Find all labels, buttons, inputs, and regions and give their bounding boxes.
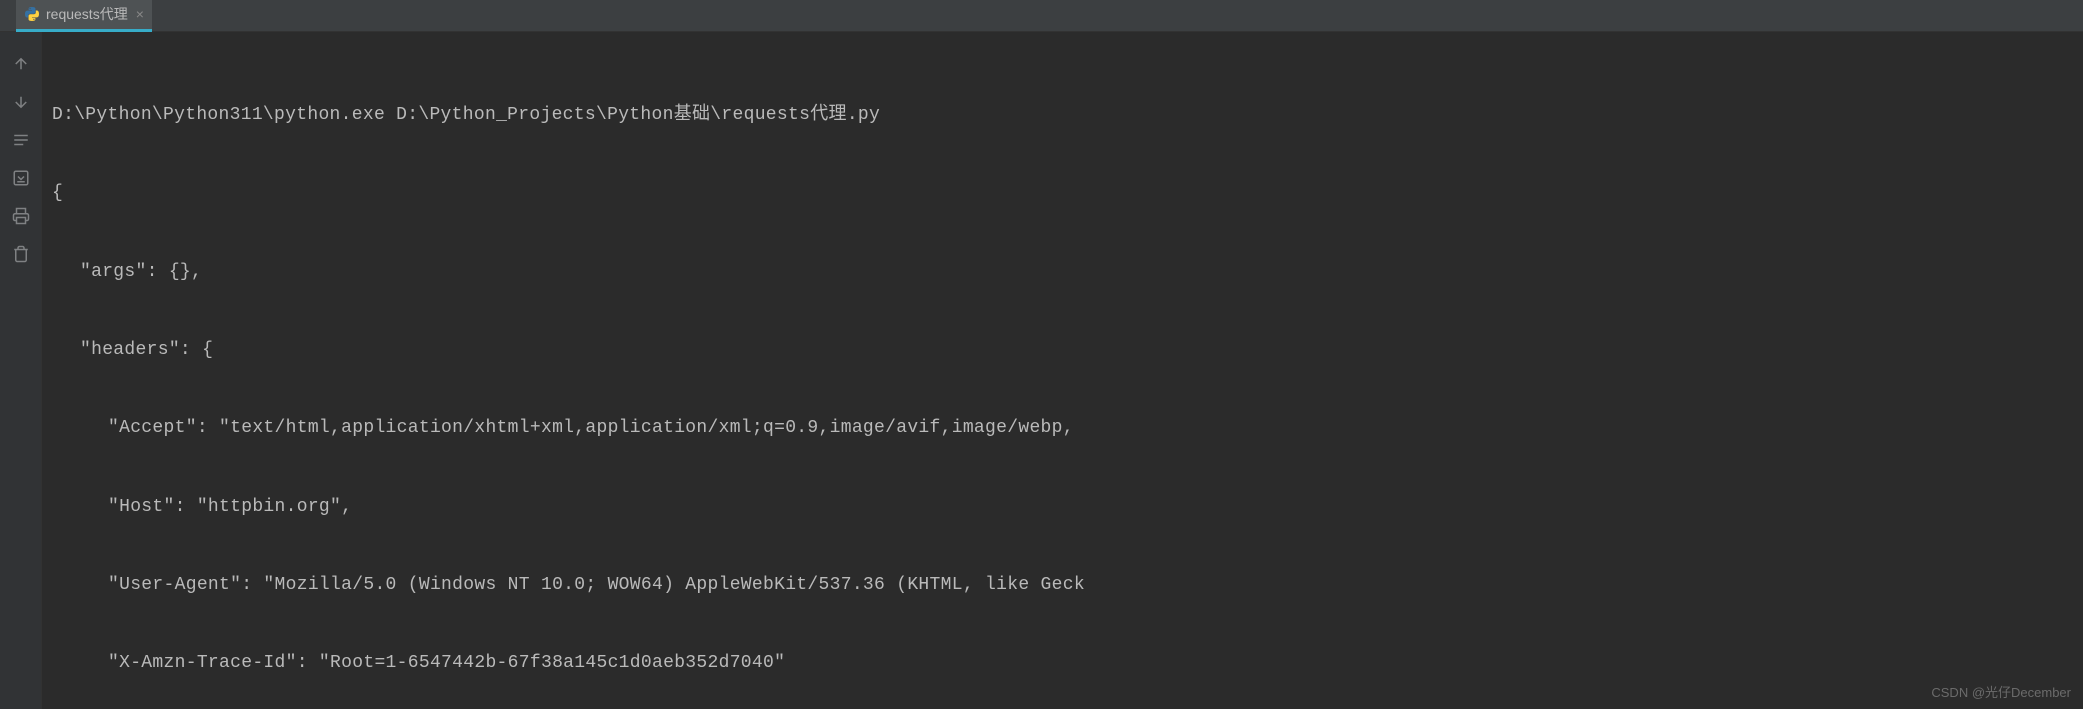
output-line: "X-Amzn-Trace-Id": "Root=1-6547442b-67f3… [52,650,2073,676]
output-line: "User-Agent": "Mozilla/5.0 (Windows NT 1… [52,572,2073,598]
gutter [0,32,42,709]
close-icon[interactable]: × [136,6,144,22]
main-container: D:\Python\Python311\python.exe D:\Python… [0,32,2083,709]
output-line: "Host": "httpbin.org", [52,494,2073,520]
print-icon[interactable] [11,206,31,226]
tab-bar: requests代理 × [0,0,2083,32]
arrow-up-icon[interactable] [11,54,31,74]
scroll-to-end-icon[interactable] [11,168,31,188]
tab-requests-proxy[interactable]: requests代理 × [16,0,152,32]
soft-wrap-icon[interactable] [11,130,31,150]
watermark: CSDN @光仔December [1931,682,2071,701]
python-icon [24,6,40,22]
output-line: "Accept": "text/html,application/xhtml+x… [52,415,2073,441]
tab-label: requests代理 [46,4,128,24]
command-line: D:\Python\Python311\python.exe D:\Python… [52,102,2073,128]
output-line: "args": {}, [52,259,2073,285]
trash-icon[interactable] [11,244,31,264]
arrow-down-icon[interactable] [11,92,31,112]
output-line: { [52,180,2073,206]
console-output: D:\Python\Python311\python.exe D:\Python… [42,32,2083,709]
output-line: "headers": { [52,337,2073,363]
